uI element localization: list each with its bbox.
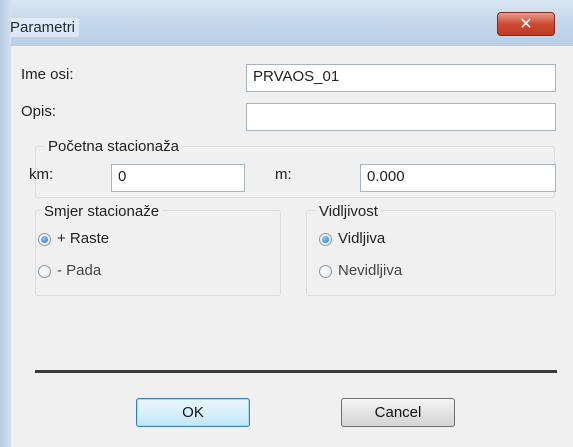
vidljiva-radio[interactable] [319, 233, 332, 246]
opis-input[interactable] [246, 103, 556, 131]
window-title: Parametri [6, 18, 80, 37]
opis-label: Opis: [21, 103, 57, 120]
raste-radio[interactable] [38, 233, 51, 246]
km-input[interactable]: 0 [111, 164, 245, 192]
title-bar[interactable]: Parametri ✕ [0, 0, 573, 46]
pada-radio[interactable] [38, 265, 51, 278]
raste-label: + Raste [57, 230, 110, 247]
smjer-stacionaze-group [35, 210, 281, 296]
window-frame-left [0, 0, 11, 447]
cancel-button[interactable]: Cancel [341, 398, 455, 427]
ok-label: OK [182, 404, 204, 421]
ime-osi-label: Ime osi: [21, 66, 74, 83]
m-input[interactable]: 0.000 [360, 164, 556, 192]
m-value: 0.000 [367, 168, 405, 185]
smjer-stacionaze-title: Smjer stacionaže [41, 203, 163, 220]
km-label: km: [29, 166, 54, 183]
close-button[interactable]: ✕ [497, 12, 555, 36]
m-label: m: [275, 166, 292, 183]
dialog-content: Ime osi: PRVAOS_01 Opis: Početna stacion… [11, 46, 573, 447]
vidljivost-title: Vidljivost [316, 203, 381, 220]
pocetna-stacionaza-title: Početna stacionaža [45, 138, 182, 155]
ok-button[interactable]: OK [136, 398, 250, 427]
nevidljiva-radio[interactable] [319, 265, 332, 278]
vidljiva-label: Vidljiva [338, 230, 386, 247]
ime-osi-value: PRVAOS_01 [253, 68, 340, 85]
pada-label: - Pada [57, 262, 102, 279]
parametri-dialog: Parametri ✕ Ime osi: PRVAOS_01 Opis: Poč… [0, 0, 573, 447]
vidljivost-group [306, 210, 556, 296]
ime-osi-input[interactable]: PRVAOS_01 [246, 64, 556, 92]
nevidljiva-label: Nevidljiva [338, 262, 403, 279]
cancel-label: Cancel [374, 404, 422, 421]
close-icon: ✕ [519, 16, 533, 33]
separator-line [35, 370, 557, 373]
km-value: 0 [118, 168, 127, 185]
